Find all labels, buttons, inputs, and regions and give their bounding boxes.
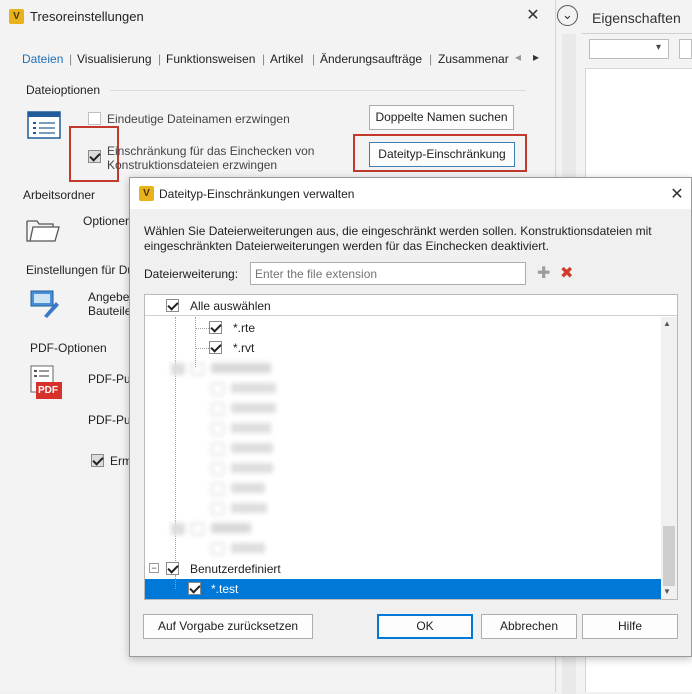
restrict-checkin-label-line2: Konstruktionsdateien erzwingen	[107, 158, 278, 172]
tree-item-test[interactable]: *.test	[211, 582, 238, 596]
tree-checkbox-rvt[interactable]	[209, 341, 222, 354]
design-settings-labels: Angebe Bauteile	[88, 290, 131, 318]
vault-logo-icon: V	[139, 186, 154, 201]
tab-aenderungsauftraege[interactable]: Änderungsaufträge	[320, 52, 422, 66]
tree-guide-line	[195, 328, 209, 329]
section-pdf-options: PDF-Optionen	[30, 341, 107, 355]
dialog-title: Dateityp-Einschränkungen verwalten	[159, 187, 355, 201]
tree-guide-line	[195, 348, 209, 349]
tab-artikel[interactable]: Artikel	[270, 52, 303, 66]
section-working-folder: Arbeitsordner	[23, 188, 96, 202]
pdf-option-checkbox[interactable]	[91, 454, 104, 467]
tab-funktionsweisen[interactable]: Funktionsweisen	[166, 52, 255, 66]
tab-separator: |	[429, 52, 433, 66]
properties-title: Eigenschaften	[592, 10, 681, 26]
pdf-icon-text: PDF	[38, 385, 58, 396]
bauteile-label: Bauteile	[88, 304, 132, 318]
tree-item-rvt[interactable]: *.rvt	[233, 341, 254, 355]
delete-icon[interactable]: ✖	[560, 263, 573, 283]
restrict-checkin-label-line1: Einschränkung für das Einchecken von	[107, 144, 315, 158]
options-label: Optionen	[83, 214, 132, 228]
angebe-label: Angebe	[88, 290, 130, 304]
ok-button[interactable]: OK	[377, 614, 473, 639]
section-divider	[110, 90, 526, 91]
extension-label: Dateierweiterung:	[144, 267, 239, 281]
help-button[interactable]: Hilfe	[582, 614, 678, 639]
tab-separator: |	[158, 52, 162, 66]
tree-checkbox-custom[interactable]	[166, 562, 179, 575]
add-icon[interactable]: ✚	[537, 263, 550, 283]
scroll-down-icon[interactable]: ▼	[663, 587, 671, 596]
vault-logo-icon: V	[9, 9, 24, 24]
scrollbar-thumb[interactable]	[663, 526, 675, 586]
close-icon[interactable]: ✕	[668, 184, 686, 204]
close-icon[interactable]: ✕	[524, 5, 542, 25]
find-duplicates-button[interactable]: Doppelte Namen suchen	[369, 105, 514, 130]
unique-names-checkbox[interactable]	[88, 112, 101, 125]
properties-dropdown[interactable]: ▾	[589, 39, 669, 59]
design-settings-icon	[30, 290, 59, 318]
properties-search-box[interactable]	[679, 39, 692, 59]
tab-separator: |	[312, 52, 316, 66]
chevron-down-icon: ▾	[656, 42, 662, 53]
extension-tree: Alle auswählen *.rte *.rvt − Benutzerdef…	[144, 294, 678, 600]
pdf-option-label-2: PDF-Pu	[88, 413, 131, 427]
restrict-checkin-label: Einschränkung für das Einchecken von Kon…	[107, 144, 314, 172]
collapse-icon[interactable]: ⌄	[557, 5, 578, 26]
tree-item-rte[interactable]: *.rte	[233, 321, 255, 335]
tab-separator: |	[262, 52, 266, 66]
tree-checkbox-test[interactable]	[188, 582, 201, 595]
section-file-options: Dateioptionen	[26, 83, 101, 97]
tree-guide-line	[195, 317, 196, 367]
tab-scroll-right-icon[interactable]: ▸	[533, 50, 539, 64]
dialog-description: Wählen Sie Dateierweiterungen aus, die e…	[144, 224, 674, 254]
tab-visualisierung[interactable]: Visualisierung	[77, 52, 152, 66]
tab-scroll-left-icon[interactable]: ◂	[515, 50, 521, 64]
select-all-label: Alle auswählen	[190, 299, 271, 313]
tree-item-custom[interactable]: Benutzerdefiniert	[190, 562, 281, 576]
tab-zusammenarbeit[interactable]: Zusammenar	[438, 52, 509, 66]
filetype-restriction-button[interactable]: Dateityp-Einschränkung	[369, 142, 515, 167]
description-line-1: Wählen Sie Dateierweiterungen aus, die e…	[144, 224, 652, 238]
extension-input[interactable]	[250, 262, 526, 285]
filetype-restrictions-dialog: V Dateityp-Einschränkungen verwalten ✕ W…	[129, 177, 692, 657]
unique-names-label: Eindeutige Dateinamen erzwingen	[107, 112, 290, 126]
folder-icon	[26, 220, 60, 242]
blurred-tree-items	[171, 363, 331, 523]
tree-checkbox-rte[interactable]	[209, 321, 222, 334]
select-all-checkbox[interactable]	[166, 299, 179, 312]
scroll-up-icon[interactable]: ▲	[663, 319, 671, 328]
section-settings-for: Einstellungen für Du	[26, 263, 135, 277]
tree-guide-line	[175, 575, 176, 589]
panel-divider	[582, 33, 692, 34]
blurred-tree-items	[171, 523, 331, 567]
tab-separator: |	[69, 52, 73, 66]
pdf-option-label-1: PDF-Pu	[88, 372, 131, 386]
reset-defaults-button[interactable]: Auf Vorgabe zurücksetzen	[143, 614, 313, 639]
file-options-icon	[27, 111, 61, 139]
window-title: Tresoreinstellungen	[30, 9, 144, 24]
description-line-2: eingeschränkten Dateierweiterungen werde…	[144, 239, 549, 253]
restrict-checkin-checkbox[interactable]	[88, 150, 101, 163]
cancel-button[interactable]: Abbrechen	[481, 614, 577, 639]
collapse-node-icon[interactable]: −	[149, 563, 159, 573]
tab-dateien[interactable]: Dateien	[22, 52, 63, 66]
